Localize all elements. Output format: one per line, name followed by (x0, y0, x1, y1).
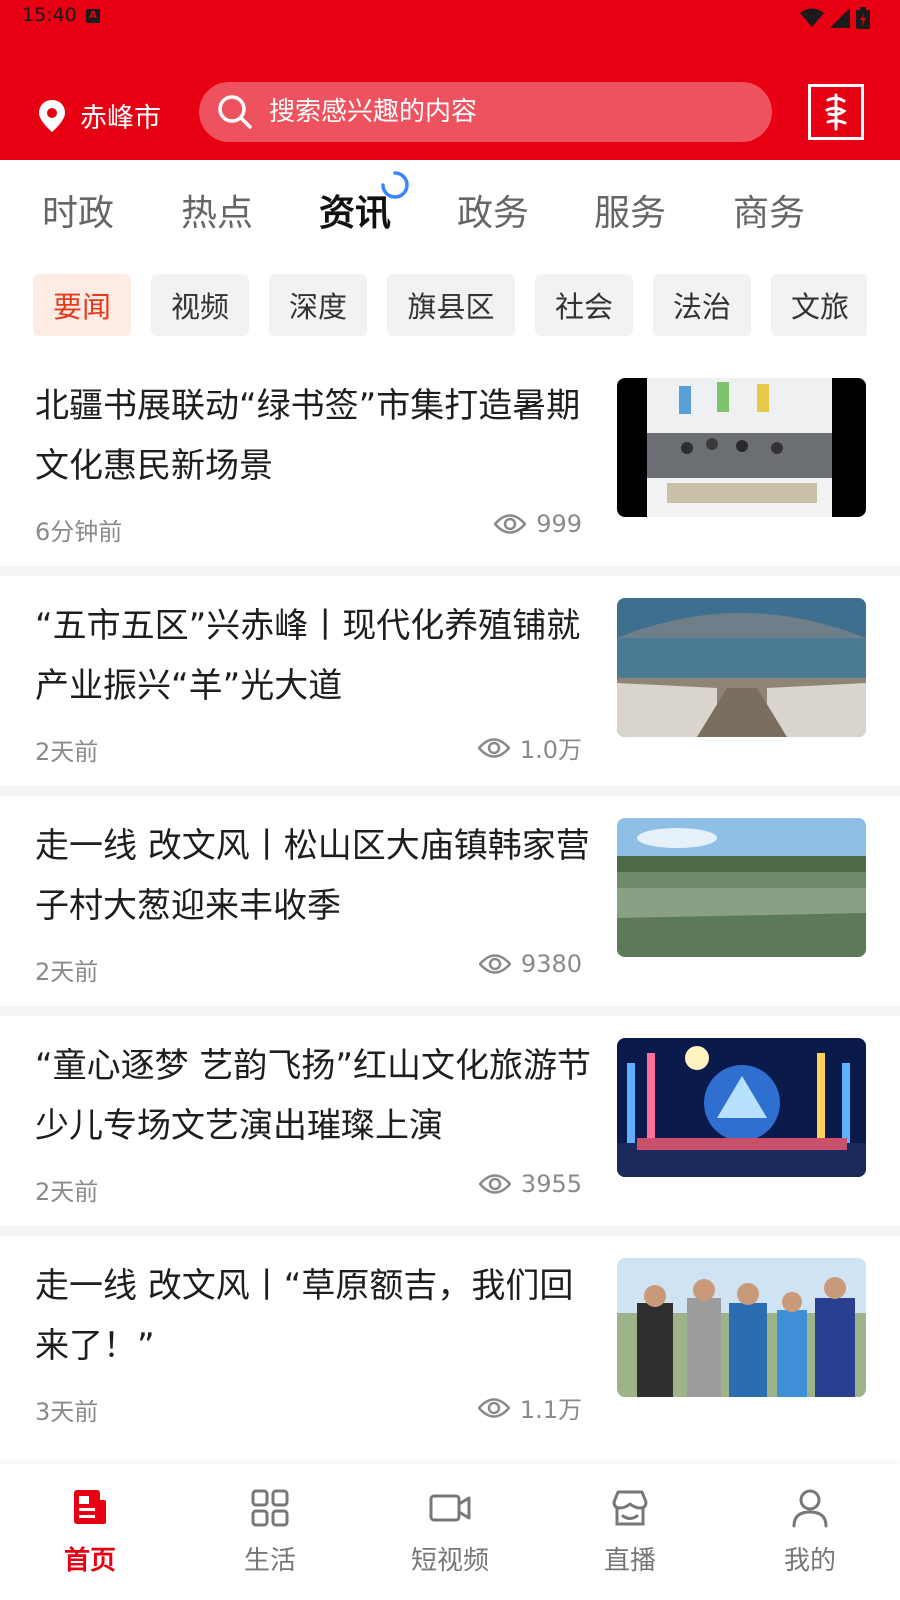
book-fair-image (617, 378, 866, 517)
news-thumbnail (617, 378, 866, 517)
status-icons (800, 7, 870, 29)
sheep-barn-image (617, 598, 866, 737)
divider (0, 1226, 900, 1236)
subtab-wenlv[interactable]: 文旅 (771, 274, 867, 336)
news-title: 北疆书展联动“绿书签”市集打造暑期文化惠民新场景 (35, 386, 581, 486)
home-news-icon (74, 1490, 106, 1524)
nav-label: 生活 (243, 1546, 296, 1576)
news-item[interactable]: “童心逐梦 艺韵飞扬”红山文化旅游节少儿专场文艺演出璀璨上演 2天前 3955 (0, 1016, 900, 1226)
notification-icon: A (86, 9, 100, 23)
green-onion-field-image (617, 818, 866, 957)
grassland-people-image (617, 1258, 866, 1397)
news-views: 1.0万 (477, 730, 582, 765)
news-view-count: 3955 (520, 1170, 582, 1198)
location-pin-icon (39, 99, 65, 132)
subtab-qixianqu[interactable]: 旗县区 (387, 274, 515, 336)
bottom-navigation: 首页 生活 短视频 直播 我的 (0, 1464, 900, 1600)
nav-mine[interactable]: 我的 (750, 1486, 870, 1577)
news-item[interactable]: 走一线 改文风丨“草原额吉，我们回来了！” 3天前 1.1万 (0, 1236, 900, 1446)
search-input[interactable] (269, 97, 739, 127)
subtab-shendu[interactable]: 深度 (269, 274, 367, 336)
eye-icon (478, 954, 511, 974)
news-time: 2天前 (35, 958, 99, 986)
subtab-fazhi[interactable]: 法治 (653, 274, 751, 336)
tab-fuwu[interactable]: 服务 (594, 184, 666, 236)
nav-label: 短视频 (410, 1546, 489, 1576)
divider (0, 566, 900, 576)
news-time: 2天前 (35, 738, 99, 766)
subtab-yaowen[interactable]: 要闻 (33, 274, 131, 336)
tab-zhengwu[interactable]: 政务 (457, 184, 529, 236)
status-bar: 15:40 A (0, 0, 900, 36)
wifi-icon (800, 8, 824, 27)
nav-life[interactable]: 生活 (210, 1486, 330, 1577)
mongolian-script-icon (825, 93, 847, 131)
news-time: 6分钟前 (35, 518, 123, 546)
eye-icon (477, 1397, 510, 1418)
battery-icon (856, 7, 870, 29)
news-views: 1.1万 (477, 1390, 582, 1425)
channel-tabs: 时政 热点 资讯 政务 服务 商务 (0, 160, 900, 260)
sub-tabs: 要闻 视频 深度 旗县区 社会 法治 文旅 (33, 274, 867, 336)
nav-home[interactable]: 首页 (30, 1486, 150, 1577)
divider (0, 1006, 900, 1016)
search-bar[interactable] (199, 82, 772, 142)
signal-icon (830, 8, 850, 28)
tab-redian[interactable]: 热点 (181, 184, 253, 236)
divider (0, 786, 900, 796)
nav-label: 首页 (63, 1546, 116, 1576)
news-views: 9380 (478, 950, 582, 978)
storefront-icon (612, 1490, 648, 1526)
video-camera-icon (429, 1494, 471, 1522)
subtab-shehui[interactable]: 社会 (535, 274, 633, 336)
news-thumbnail (617, 1038, 866, 1177)
user-icon (792, 1489, 828, 1528)
location-selector[interactable]: 赤峰市 (38, 96, 161, 135)
grid-icon (251, 1489, 289, 1527)
news-item[interactable]: “五市五区”兴赤峰丨现代化养殖铺就产业振兴“羊”光大道 2天前 1.0万 (0, 576, 900, 786)
news-view-count: 9380 (520, 950, 582, 978)
news-thumbnail (617, 598, 866, 737)
tab-shangwu[interactable]: 商务 (733, 184, 805, 236)
news-time: 3天前 (35, 1398, 99, 1426)
tab-shizheng[interactable]: 时政 (42, 184, 114, 236)
nav-label: 直播 (603, 1546, 656, 1576)
eye-icon (477, 737, 510, 758)
news-views: 999 (494, 510, 582, 538)
mongolian-script-button[interactable] (808, 84, 864, 140)
news-views: 3955 (478, 1170, 582, 1198)
stage-performance-image (617, 1038, 866, 1177)
eye-icon (494, 514, 527, 534)
nav-label: 我的 (783, 1546, 836, 1576)
news-item[interactable]: 走一线 改文风丨松山区大庙镇韩家营子村大葱迎来丰收季 2天前 9380 (0, 796, 900, 1006)
news-title: 走一线 改文风丨松山区大庙镇韩家营子村大葱迎来丰收季 (35, 826, 590, 926)
news-time: 2天前 (35, 1178, 99, 1206)
news-thumbnail (617, 818, 866, 957)
news-view-count: 999 (536, 510, 582, 538)
news-title: “五市五区”兴赤峰丨现代化养殖铺就产业振兴“羊”光大道 (35, 606, 581, 706)
eye-icon (478, 1174, 511, 1194)
app-header: 15:40 A 赤峰市 (0, 0, 900, 160)
news-thumbnail (617, 1258, 866, 1397)
news-view-count: 1.1万 (519, 1396, 582, 1424)
nav-short-video[interactable]: 短视频 (390, 1486, 510, 1577)
status-time: 15:40 (22, 4, 77, 26)
location-label: 赤峰市 (80, 103, 161, 134)
nav-live[interactable]: 直播 (570, 1486, 690, 1577)
news-title: 走一线 改文风丨“草原额吉，我们回来了！” (35, 1266, 574, 1366)
search-icon (218, 95, 252, 129)
news-item[interactable]: 北疆书展联动“绿书签”市集打造暑期文化惠民新场景 6分钟前 999 (0, 356, 900, 566)
news-title: “童心逐梦 艺韵飞扬”红山文化旅游节少儿专场文艺演出璀璨上演 (35, 1046, 592, 1146)
loading-spinner-icon (381, 171, 409, 199)
subtab-shipin[interactable]: 视频 (151, 274, 249, 336)
news-view-count: 1.0万 (519, 736, 582, 764)
